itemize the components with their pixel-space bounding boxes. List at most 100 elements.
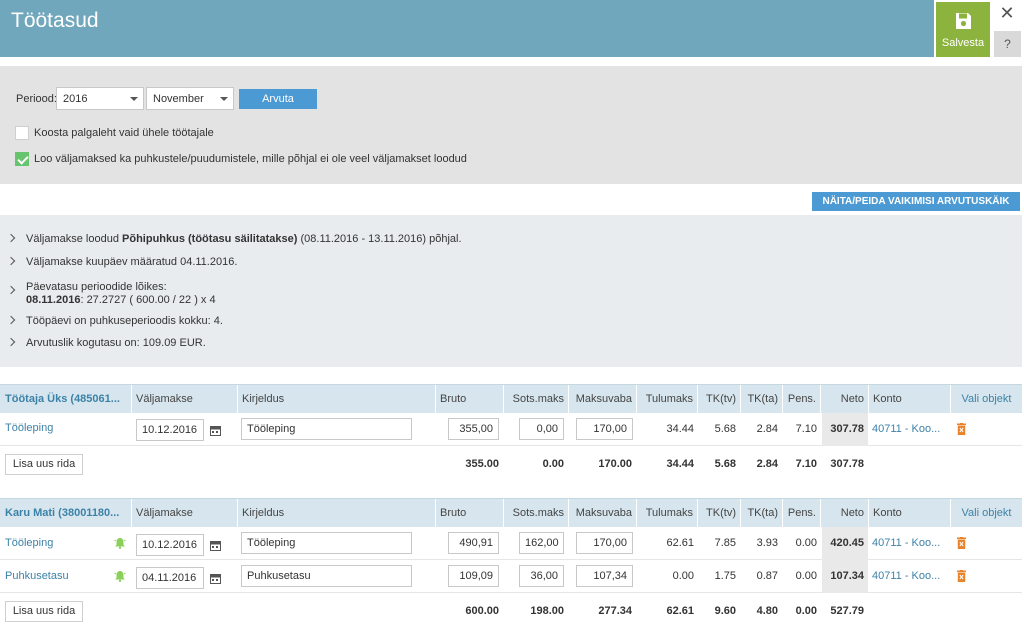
pens-value: 0.00 [795,537,817,549]
total-neto: 527.79 [830,605,864,617]
col-maksuvaba: Maksuvaba [568,499,636,528]
description-input[interactable]: Tööleping [241,532,412,554]
filter-panel: Periood: 2016 November Arvuta Koosta pal… [0,66,1022,184]
total-tktv: 5.68 [714,458,736,470]
tulumaks-value: 34.44 [666,423,694,435]
help-button[interactable]: ? [994,31,1021,57]
tkta-value: 3.93 [756,537,778,549]
trash-icon[interactable] [957,570,966,582]
payout-date-input[interactable]: 10.12.2016 [136,534,204,556]
sots-input[interactable]: 0,00 [519,418,564,440]
total-pens: 0.00 [795,605,817,617]
account-link[interactable]: 40711 - Koo... [872,423,940,435]
sots-input[interactable]: 36,00 [519,565,564,587]
total-pens: 7.10 [795,458,817,470]
table-row: Puhkusetasu 04.11.2016 Puhkusetasu 109,0… [0,560,1022,593]
month-select[interactable]: November [146,87,234,110]
col-neto: Neto [820,499,868,528]
info-text: Väljamakse loodud [26,233,123,245]
calendar-icon[interactable] [210,425,221,436]
total-maksuvaba: 170.00 [598,458,632,470]
account-link[interactable]: 40711 - Koo... [872,537,940,549]
info-text: : 27.2727 ( 600.00 / 22 ) x 4 [80,294,216,306]
pens-value: 7.10 [795,423,817,435]
bell-icon[interactable] [114,570,126,582]
total-maksuvaba: 277.34 [598,605,632,617]
sots-input[interactable]: 162,00 [519,532,564,554]
col-sots: Sots.maks [503,385,568,414]
maksuvaba-input[interactable]: 170,00 [576,418,633,440]
calculation-info-panel: Väljamakse loodud Põhipuhkus (töötasu sä… [0,215,1022,367]
table-row: Tööleping 10.12.2016 Tööleping 490,91 16… [0,527,1022,560]
chevron-right-icon [6,233,16,243]
select-object-link[interactable]: Vali objekt [950,499,1022,528]
col-pens: Pens. [782,499,820,528]
total-sots: 0.00 [542,458,564,470]
contract-type-link[interactable]: Puhkusetasu [5,570,69,582]
create-payouts-label: Loo väljamaksed ka puhkustele/puudumiste… [34,153,467,165]
tulumaks-value: 0.00 [672,570,694,582]
save-icon [955,13,971,29]
payout-date-input[interactable]: 04.11.2016 [136,567,204,589]
month-value: November [153,93,204,105]
neto-value: 307.78 [830,423,864,435]
add-row-button[interactable]: Lisa uus rida [5,601,83,622]
maksuvaba-input[interactable]: 170,00 [576,532,633,554]
maksuvaba-input[interactable]: 107,34 [576,565,633,587]
tktv-value: 5.68 [714,423,736,435]
bruto-input[interactable]: 355,00 [448,418,499,440]
calculate-button[interactable]: Arvuta [239,89,317,109]
col-bruto: Bruto [435,499,503,528]
toggle-calculation-button[interactable]: NÄITA/PEIDA VAIKIMISI ARVUTUSKÄIK [812,192,1020,211]
employee-name[interactable]: Töötaja Üks (485061... [5,385,130,414]
info-bold: 08.11.2016 [26,294,81,306]
payout-date-input[interactable]: 10.12.2016 [136,419,204,441]
tkta-value: 0.87 [756,570,778,582]
employee-name[interactable]: Karu Mati (38001180... [5,499,130,528]
chevron-right-icon [6,315,16,325]
close-icon[interactable]: ✕ [998,3,1016,23]
chevron-down-icon [130,97,138,101]
bell-icon[interactable] [114,537,126,549]
col-tkta: TK(ta) [740,499,782,528]
description-input[interactable]: Puhkusetasu [241,565,412,587]
trash-icon[interactable] [957,537,966,549]
chevron-right-icon [6,285,16,295]
contract-type-link[interactable]: Tööleping [5,537,53,549]
period-label: Periood: [16,93,57,105]
col-payout: Väljamakse [131,385,237,414]
neto-value: 107.34 [830,570,864,582]
col-description: Kirjeldus [237,385,435,414]
calendar-icon[interactable] [210,573,221,584]
account-link[interactable]: 40711 - Koo... [872,570,940,582]
contract-type-link[interactable]: Tööleping [5,422,53,434]
total-tktv: 9.60 [714,605,736,617]
total-bruto: 600.00 [465,605,499,617]
col-tktv: TK(tv) [697,385,740,414]
description-input[interactable]: Tööleping [241,418,412,440]
table-row: Tööleping 10.12.2016 Tööleping 355,00 0,… [0,413,1022,446]
add-row-button[interactable]: Lisa uus rida [5,454,83,475]
total-tkta: 2.84 [756,458,778,470]
year-select[interactable]: 2016 [56,87,144,110]
info-text: Tööpäevi on puhkuseperioodis kokku: 4. [26,315,223,327]
col-description: Kirjeldus [237,499,435,528]
col-konto: Konto [868,499,950,528]
chevron-right-icon [6,256,16,266]
trash-icon[interactable] [957,423,966,435]
single-employee-checkbox[interactable] [15,126,29,140]
pens-value: 0.00 [795,570,817,582]
total-neto: 307.78 [830,458,864,470]
info-text: Arvutuslik kogutasu on: 109.09 EUR. [26,337,206,349]
calendar-icon[interactable] [210,540,221,551]
save-button[interactable]: Salvesta [936,2,990,57]
bruto-input[interactable]: 490,91 [448,532,499,554]
info-text: Päevatasu perioodide lõikes: [26,281,167,293]
select-object-link[interactable]: Vali objekt [950,385,1022,414]
info-bold: Põhipuhkus (töötasu säilitatakse) [122,233,298,245]
info-text: Väljamakse kuupäev määratud 04.11.2016. [26,256,238,268]
total-tkta: 4.80 [756,605,778,617]
bruto-input[interactable]: 109,09 [448,565,499,587]
create-payouts-checkbox[interactable] [15,152,29,166]
tulumaks-value: 62.61 [666,537,694,549]
